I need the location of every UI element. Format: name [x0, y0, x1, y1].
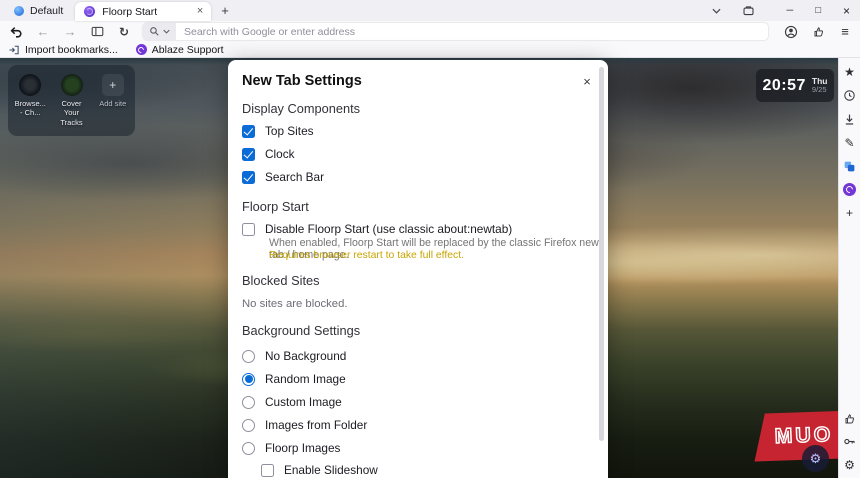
menu-icon[interactable]: ≡: [837, 24, 853, 40]
top-site-tile[interactable]: Browse...- Ch...: [11, 74, 49, 136]
gear-icon: ⚙: [810, 452, 822, 465]
key-icon[interactable]: [842, 434, 858, 450]
checkbox-search-bar[interactable]: Search Bar: [242, 169, 324, 185]
radio-images-from-folder[interactable]: Images from Folder: [242, 417, 367, 433]
forward-button[interactable]: →: [62, 24, 78, 40]
add-site-tile[interactable]: + Add site: [94, 74, 132, 136]
ablaze-icon: [136, 44, 147, 55]
checkbox-unchecked[interactable]: [242, 223, 255, 236]
tab-title: Floorp Start: [102, 6, 190, 18]
checkbox-top-sites[interactable]: Top Sites: [242, 123, 314, 139]
clock-time: 20:57: [763, 77, 806, 95]
import-icon: [8, 44, 20, 56]
page-content: Browse...- Ch... CoverYourTracks + Add s…: [0, 58, 860, 478]
clock-widget: 20:57 Thu 9/25: [756, 69, 834, 102]
tab-bar: Default Floorp Start × + ─ □ ×: [0, 0, 860, 21]
plus-icon: +: [102, 74, 124, 96]
workspace-icon: [14, 6, 24, 16]
radio-selected[interactable]: [242, 373, 255, 386]
checkbox-checked[interactable]: [242, 171, 255, 184]
dialog-close-icon[interactable]: ×: [578, 72, 596, 90]
bookmark-label: Ablaze Support: [152, 44, 224, 56]
bookmark-label: Import bookmarks...: [25, 44, 118, 56]
list-all-tabs-icon[interactable]: [709, 3, 725, 19]
sidebar-toggle-icon[interactable]: [89, 24, 105, 40]
bookmarks-bar: Import bookmarks... Ablaze Support: [0, 42, 860, 58]
undo-close-tab-icon[interactable]: [8, 24, 24, 40]
browser-window: Default Floorp Start × + ─ □ × ←: [0, 0, 860, 478]
briefcase-icon[interactable]: [741, 3, 757, 19]
import-bookmarks-item[interactable]: Import bookmarks...: [8, 44, 118, 56]
radio-unselected[interactable]: [242, 442, 255, 455]
maximize-button[interactable]: □: [815, 5, 821, 16]
radio-no-background[interactable]: No Background: [242, 348, 346, 364]
section-heading-background: Background Settings: [242, 323, 360, 338]
account-icon[interactable]: [783, 24, 799, 40]
new-tab-button[interactable]: +: [211, 3, 239, 18]
minimize-button[interactable]: ─: [787, 5, 794, 16]
dialog-title: New Tab Settings: [242, 73, 362, 89]
sidebar-settings-gear-icon[interactable]: ⚙: [842, 457, 858, 473]
checkbox-checked[interactable]: [242, 148, 255, 161]
checkbox-unchecked[interactable]: [261, 464, 274, 477]
browser-manager-sidebar: ★ ✎ + ⚙: [838, 58, 860, 478]
clock-date: 9/25: [812, 86, 828, 94]
radio-floorp-images[interactable]: Floorp Images: [242, 440, 340, 456]
search-icon: [149, 26, 160, 37]
muo-text: MUO: [774, 423, 833, 449]
radio-random-image[interactable]: Random Image: [242, 371, 346, 387]
section-heading-blocked-sites: Blocked Sites: [242, 273, 320, 288]
checkbox-clock[interactable]: Clock: [242, 146, 295, 162]
blocked-sites-empty-text: No sites are blocked.: [242, 298, 348, 310]
thumbs-up-icon[interactable]: [810, 24, 826, 40]
chevron-down-icon: [163, 29, 170, 34]
new-tab-settings-dialog: New Tab Settings × Display Components To…: [228, 60, 608, 478]
ablaze-panel-icon[interactable]: [842, 182, 858, 198]
tab-close-icon[interactable]: ×: [197, 6, 203, 17]
workspace-selector[interactable]: Default: [6, 0, 75, 21]
tab-floorp-start[interactable]: Floorp Start ×: [75, 2, 211, 21]
checkbox-enable-slideshow[interactable]: Enable Slideshow: [261, 462, 378, 478]
tabbar-right-controls: ─ □ ×: [709, 3, 860, 19]
radio-unselected[interactable]: [242, 419, 255, 432]
tile-label: Browse...- Ch...: [15, 99, 46, 118]
downloads-icon[interactable]: [842, 111, 858, 127]
search-engine-chip[interactable]: [143, 23, 176, 40]
navigation-bar: ← → ↻ Search with Google or enter addres…: [0, 21, 860, 42]
workspace-label: Default: [30, 5, 63, 17]
translate-panel-icon[interactable]: [842, 158, 858, 174]
close-window-button[interactable]: ×: [843, 4, 850, 18]
url-bar[interactable]: Search with Google or enter address: [143, 23, 768, 40]
site-favicon: [61, 74, 83, 96]
window-controls: ─ □ ×: [787, 4, 851, 18]
radio-unselected[interactable]: [242, 350, 255, 363]
thumbs-up-icon[interactable]: [842, 410, 858, 426]
tile-label: CoverYourTracks: [60, 99, 82, 127]
reload-button[interactable]: ↻: [116, 24, 132, 40]
section-heading-floorp-start: Floorp Start: [242, 199, 309, 214]
bookmarks-star-icon[interactable]: ★: [842, 64, 858, 80]
checkbox-checked[interactable]: [242, 125, 255, 138]
floorp-favicon: [84, 6, 95, 17]
notes-pencil-icon[interactable]: ✎: [842, 135, 858, 151]
page-settings-button[interactable]: ⚙: [802, 445, 829, 472]
add-panel-icon[interactable]: +: [842, 205, 858, 221]
back-button[interactable]: ←: [35, 24, 51, 40]
history-clock-icon[interactable]: [842, 88, 858, 104]
radio-custom-image[interactable]: Custom Image: [242, 394, 342, 410]
site-favicon: [19, 74, 41, 96]
radio-unselected[interactable]: [242, 396, 255, 409]
url-placeholder: Search with Google or enter address: [176, 26, 355, 38]
top-site-tile[interactable]: CoverYourTracks: [53, 74, 91, 136]
ablaze-support-item[interactable]: Ablaze Support: [136, 44, 224, 56]
tile-label: Add site: [99, 99, 126, 108]
top-sites-panel: Browse...- Ch... CoverYourTracks + Add s…: [8, 65, 135, 136]
section-heading-display: Display Components: [242, 101, 360, 116]
dialog-scrollbar[interactable]: [599, 67, 604, 441]
checkbox-disable-floorp-start[interactable]: Disable Floorp Start (use classic about:…: [242, 221, 512, 237]
restart-warning: Requires browser restart to take full ef…: [269, 250, 599, 261]
